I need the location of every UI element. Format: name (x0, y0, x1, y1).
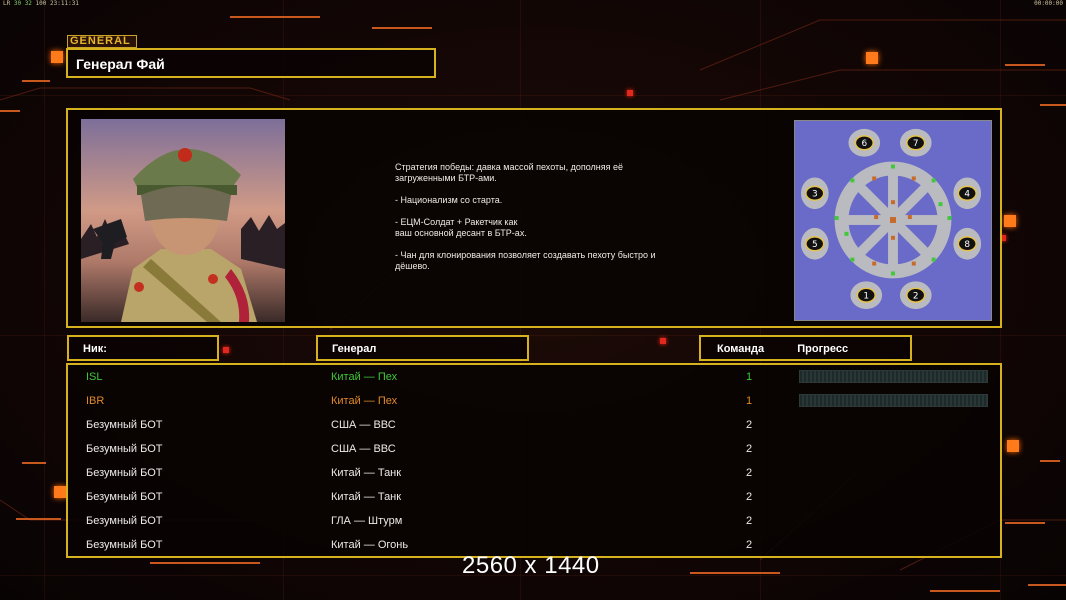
start-position-label: 1 (863, 292, 869, 302)
general-portrait (81, 119, 285, 322)
player-general: США — ВВС (331, 443, 396, 455)
start-position-marker[interactable]: 6 (854, 135, 874, 151)
start-position-label: 5 (812, 240, 818, 250)
player-general: Китай — Пех (331, 395, 398, 407)
resolution-watermark: 2560 x 1440 (462, 552, 600, 579)
table-row[interactable]: Безумный БОТ ГЛА — Штурм 2 (68, 512, 1000, 536)
player-general: ГЛА — Штурм (331, 515, 403, 527)
player-general: Китай — Танк (331, 467, 402, 479)
general-name: Генерал Фай (66, 48, 436, 78)
map-preview[interactable]: 6 7 3 4 5 8 1 2 (794, 120, 992, 321)
fps-readout: 30 32 (13, 0, 32, 7)
loading-progress-bar (799, 394, 988, 407)
start-position-marker[interactable]: 8 (957, 236, 977, 252)
start-position-marker[interactable]: 5 (805, 236, 825, 252)
player-nick: ISL (86, 371, 103, 383)
status-time: 23:11:31 (50, 0, 79, 7)
start-position-label: 2 (913, 292, 919, 302)
column-header-team: Команда (717, 343, 765, 355)
start-position-marker[interactable]: 7 (906, 135, 926, 151)
player-nick: IBR (86, 395, 105, 407)
description-line: - ЕЦМ-Солдат + Ракетчик как ваш основной… (395, 217, 527, 238)
table-row[interactable]: ISL Китай — Пех 1 (68, 368, 1000, 392)
player-nick: Безумный БОТ (86, 419, 163, 431)
debug-status: LR 30 32 100 23:11:31 (3, 0, 79, 7)
column-header-general: Генерал (316, 335, 529, 361)
player-team: 2 (745, 419, 753, 431)
player-general: Китай — Пех (331, 371, 398, 383)
player-team: 2 (745, 491, 753, 503)
column-header-progress: Прогресс (797, 343, 849, 355)
start-position-label: 3 (812, 190, 818, 200)
description-line: - Чан для клонирования позволяет создава… (395, 250, 656, 271)
player-general: Китай — Танк (331, 491, 402, 503)
start-position-marker[interactable]: 2 (906, 287, 926, 303)
player-team: 2 (745, 467, 753, 479)
player-nick: Безумный БОТ (86, 515, 163, 527)
start-position-label: 6 (861, 139, 867, 149)
player-general: Китай — Огонь (331, 539, 409, 551)
start-position-marker[interactable]: 1 (856, 287, 876, 303)
table-row[interactable]: Безумный БОТ США — ВВС 2 (68, 416, 1000, 440)
game-clock: 00:00:00 (1034, 0, 1063, 7)
table-row[interactable]: Безумный БОТ Китай — Танк 2 (68, 464, 1000, 488)
player-team: 2 (745, 443, 753, 455)
column-header-nick: Ник: (67, 335, 219, 361)
start-position-label: 7 (913, 139, 919, 149)
player-nick: Безумный БОТ (86, 539, 163, 551)
frame-counter: 100 (35, 0, 47, 7)
table-row[interactable]: Безумный БОТ Китай — Танк 2 (68, 488, 1000, 512)
player-team: 2 (745, 539, 753, 551)
loading-progress-bar (799, 370, 988, 383)
player-list: ISL Китай — Пех 1 IBR Китай — Пех 1 Безумный Б… (66, 363, 1002, 558)
general-description: Стратегия победы: давка массой пехоты, д… (395, 162, 715, 283)
status-prefix: LR (3, 0, 11, 7)
general-tag: GENERAL (67, 35, 137, 48)
start-position-label: 4 (964, 190, 970, 200)
table-row[interactable]: IBR Китай — Пех 1 (68, 392, 1000, 416)
player-nick: Безумный БОТ (86, 491, 163, 503)
start-position-marker[interactable]: 4 (957, 185, 977, 201)
player-general: США — ВВС (331, 419, 396, 431)
player-team: 1 (745, 371, 753, 383)
player-nick: Безумный БОТ (86, 443, 163, 455)
column-header-team-progress: Команда Прогресс (699, 335, 912, 361)
player-team: 1 (745, 395, 753, 407)
general-info-panel: Стратегия победы: давка массой пехоты, д… (66, 108, 1002, 328)
table-row[interactable]: Безумный БОТ США — ВВС 2 (68, 440, 1000, 464)
player-team: 2 (745, 515, 753, 527)
description-line: Стратегия победы: давка массой пехоты, д… (395, 162, 624, 183)
description-line: - Национализм со старта. (395, 195, 503, 205)
start-position-marker[interactable]: 3 (805, 185, 825, 201)
player-nick: Безумный БОТ (86, 467, 163, 479)
start-position-label: 8 (964, 240, 970, 250)
